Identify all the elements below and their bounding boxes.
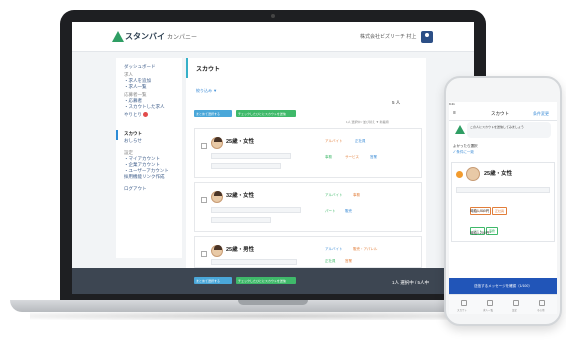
send-scout-button[interactable]: チェックしたひとにスカウトを送信: [236, 110, 296, 117]
candidate-age: 25歳・女性: [226, 139, 255, 145]
tag: アルバイト: [325, 247, 343, 251]
sidebar-item-link-create[interactable]: 採用機能リンク作成: [124, 174, 165, 180]
logo-icon: [455, 125, 465, 134]
phone-candidate-card[interactable]: 25歳・女性 アルバイト 正社員 時給1,000円 パート 事務 時給1,200円~: [451, 162, 555, 242]
candidate-age: 25歳・女性: [484, 171, 513, 177]
user-icon[interactable]: [421, 31, 433, 43]
scout-tab-icon[interactable]: [461, 300, 467, 306]
candidate-card[interactable]: 25歳・女性 アルバイト 正社員 事務 サービス 営業: [194, 128, 422, 178]
logo-icon: [112, 31, 124, 42]
result-count: 5 人: [392, 100, 401, 105]
tag: パート: [325, 209, 336, 213]
candidate-card[interactable]: 25歳・男性 アルバイト 販売・アパレル 正社員 営業: [194, 236, 422, 268]
salary-text: 時給1,000円: [470, 209, 490, 213]
tag-row: アルバイト 正社員: [470, 199, 508, 215]
sidebar-item-messages[interactable]: やりとり: [124, 112, 148, 118]
filter-dropdown[interactable]: 絞り込み ▼: [196, 88, 217, 94]
tag: 事務: [325, 155, 332, 159]
jobs-tab-icon[interactable]: [487, 300, 493, 306]
phone-tab-bar: スカウト 求人一覧 設定 その他: [449, 294, 557, 314]
camera-icon: [271, 14, 275, 18]
more-tab-icon[interactable]: [539, 300, 545, 306]
tag: サービス: [345, 155, 359, 159]
sidebar-item-scout[interactable]: スカウト: [124, 131, 142, 137]
selected-radio[interactable]: [456, 171, 463, 178]
sort-control[interactable]: 1人 選択中 / 並び替え ▼ 新着順: [346, 120, 389, 124]
tag: アルバイト: [325, 139, 343, 143]
tag: 販売: [345, 209, 352, 213]
laptop-screen: スタンバイ カンパニー 株式会社ビズリーチ 村上 ダッシュボード 求人 ・求人を追…: [72, 22, 474, 294]
tab-label: 設定: [512, 309, 518, 312]
confirm-message-button[interactable]: 送信するメッセージを確認（1/100）: [449, 278, 557, 294]
tab-label: 求人一覧: [483, 309, 494, 312]
title-accent: [186, 58, 188, 78]
candidate-detail: [211, 217, 271, 223]
avatar: [466, 167, 480, 181]
avatar: [211, 245, 223, 257]
avatar: [211, 137, 223, 149]
candidate-detail: [211, 163, 281, 169]
candidate-checkbox[interactable]: [201, 197, 207, 203]
logo-text: スタンバイ: [125, 32, 165, 41]
logo[interactable]: スタンバイ カンパニー: [125, 31, 197, 42]
phone-screen: 9:41 ≡ スカウト 条件変更 この人にスカウトを送信してみましょう よかった…: [449, 102, 557, 314]
candidate-summary: [456, 187, 550, 193]
tag-row: パート 事務: [470, 219, 499, 235]
tag: 営業: [345, 259, 352, 263]
hint-bubble: この人にスカウトを送信してみましょう: [467, 122, 551, 138]
tag: アルバイト: [325, 193, 343, 197]
tab-label: その他: [537, 309, 545, 312]
logo-sub: カンパニー: [167, 35, 198, 41]
phone-section-label: よかったら選択: [453, 144, 478, 148]
candidate-age: 25歳・男性: [226, 247, 255, 253]
tag: 正社員: [355, 139, 366, 143]
page-title: スカウト: [196, 67, 221, 73]
candidate-summary: [211, 259, 297, 265]
settings-tab-icon[interactable]: [513, 300, 519, 306]
notification-badge: [143, 112, 148, 118]
select-all-button-bottom[interactable]: まとめて選択する: [194, 277, 232, 284]
tab-label: スカウト: [457, 309, 468, 312]
sidebar: ダッシュボード 求人 ・求人を追加 ・求人一覧 応募者一覧 ・応募者 ・スカウト…: [116, 58, 182, 258]
tag-pill: 正社員: [491, 207, 507, 215]
candidate-summary: [211, 207, 301, 213]
select-all-button[interactable]: まとめて選択する: [194, 110, 232, 117]
sidebar-item-logout[interactable]: ログアウト: [124, 186, 147, 192]
tag: 事務: [353, 193, 360, 197]
sidebar-item-dashboard[interactable]: ダッシュボード: [124, 64, 156, 70]
phone-settings-link[interactable]: 条件変更: [533, 111, 549, 117]
app-header: スタンバイ カンパニー 株式会社ビズリーチ 村上: [72, 22, 474, 52]
phone-match-label: ✓ 条件に一致: [453, 150, 474, 154]
candidate-summary: [211, 153, 291, 159]
sidebar-item-scouted-jobs[interactable]: ・スカウトした求人: [124, 104, 165, 110]
phone-nav-bar: ≡ スカウト 条件変更: [449, 107, 557, 121]
sidebar-item-messages-label: やりとり: [124, 112, 142, 117]
sidebar-item-job-list[interactable]: ・求人一覧: [124, 84, 147, 90]
send-scout-button-bottom[interactable]: チェックしたひとにスカウトを送信: [236, 277, 296, 284]
tag: 販売・アパレル: [353, 247, 378, 251]
avatar: [211, 191, 223, 203]
phone-page-title: スカウト: [491, 111, 509, 116]
tag: 正社員: [325, 259, 336, 263]
selected-count: 1人 選択中 / 5人中: [392, 280, 430, 285]
candidate-checkbox[interactable]: [201, 143, 207, 149]
company-name: 株式会社ビズリーチ 村上: [360, 34, 417, 40]
active-indicator: [116, 130, 118, 140]
menu-icon[interactable]: ≡: [453, 110, 456, 116]
main-panel: スカウト 絞り込み ▼ 5 人 まとめて選択する チェックしたひとにスカウトを送…: [186, 58, 426, 268]
candidate-age: 32歳・女性: [226, 193, 255, 199]
laptop-shadow: [30, 312, 516, 320]
tag: 営業: [370, 155, 377, 159]
candidate-checkbox[interactable]: [201, 251, 207, 257]
candidate-card[interactable]: 32歳・女性 アルバイト 事務 パート 販売: [194, 182, 422, 232]
laptop-notch: [238, 300, 308, 305]
sidebar-item-notices[interactable]: おしらせ: [124, 138, 142, 144]
salary-text: 時給1,200円~: [470, 231, 492, 235]
